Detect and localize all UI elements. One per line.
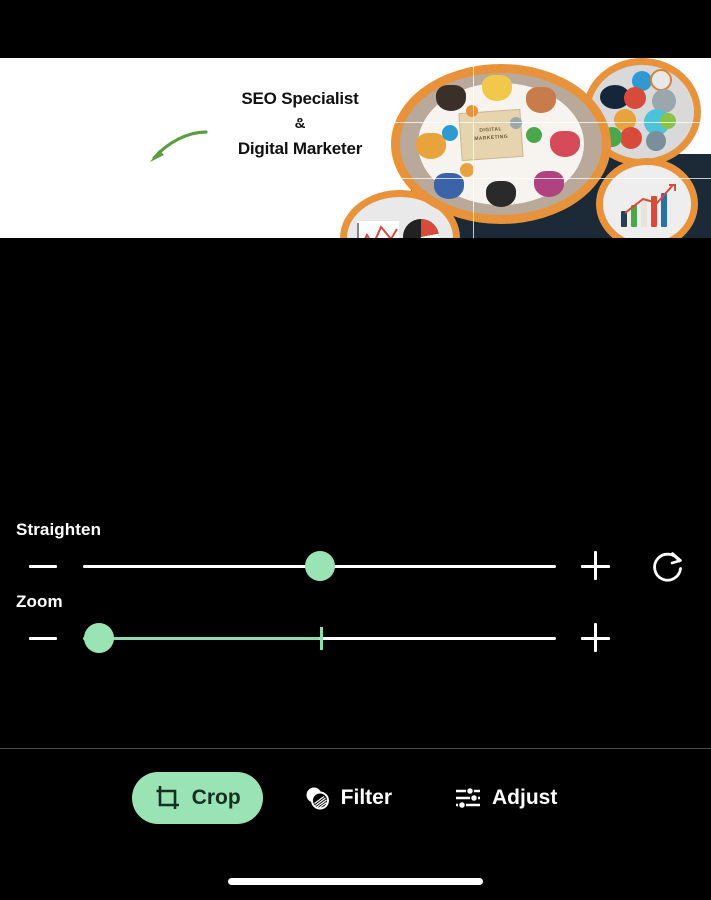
straighten-label: Straighten [16,520,102,539]
mail-icon [624,87,646,109]
headline-line-2: Digital Marketer [237,138,363,158]
dollar-icon [650,69,672,91]
card-label-line-2: MARKETING [474,133,509,143]
banner-artwork: SEO Specialist & Digital Marketer DIGITA… [0,58,711,238]
bar-chart-icon [621,184,677,227]
person-right [550,131,580,157]
straighten-slider-knob[interactable] [304,551,335,581]
filter-icon [306,787,329,810]
editor-controls: Straighten Zoom [0,520,711,664]
headline-ampersand: & [294,115,306,133]
straighten-slider-row[interactable] [0,540,711,592]
straighten-minus-icon[interactable] [26,549,60,583]
headline-line-1: SEO Specialist [241,89,359,108]
curved-arrow-icon [150,130,208,162]
home-indicator[interactable] [228,878,483,885]
person-bottom-left [434,173,464,199]
clock-icon [620,127,642,149]
tool-row: Crop Filter Adjust [0,769,711,827]
zoom-slider-fill [83,636,320,640]
megaphone-icon [466,105,478,117]
banner-headline: SEO Specialist & Digital Marketer [200,86,400,162]
tab-crop-label: Crop [191,786,241,809]
straighten-slider-track[interactable] [83,551,556,581]
person-top-right [526,87,556,113]
person-bottom-right [534,171,564,197]
tab-crop[interactable]: Crop [131,772,263,824]
zoom-slider-track[interactable] [83,623,556,653]
tab-filter[interactable]: Filter [281,772,414,824]
clock-small-icon [510,117,522,129]
rotate-clockwise-icon[interactable] [650,548,686,584]
tab-filter-label: Filter [340,786,392,809]
monitor-icon [646,131,666,151]
zoom-minus-icon[interactable] [26,621,60,655]
zoom-slider-knob[interactable] [84,623,115,653]
tab-adjust-label: Adjust [492,786,558,809]
person-bottom [486,181,516,207]
pie-chart-icon [403,219,439,238]
image-preview[interactable]: SEO Specialist & Digital Marketer DIGITA… [0,58,711,238]
tab-adjust[interactable]: Adjust [432,772,579,824]
card-label-line-1: DIGITAL [479,126,503,134]
zoom-label: Zoom [16,592,63,611]
person-top [482,75,512,101]
dollar-small-icon [526,127,542,143]
crop-icon [156,786,179,809]
adjust-icon [456,786,480,810]
globe-small-icon [442,125,458,141]
straighten-plus-icon[interactable] [578,549,612,583]
person-left [416,133,446,159]
leaf-icon [660,113,676,129]
zoom-slider-tick [319,626,323,650]
zoom-plus-icon[interactable] [578,621,612,655]
meeting-table-circle: DIGITAL MARKETING [391,64,611,224]
zoom-slider-row[interactable] [0,612,711,664]
person-top-left [436,85,466,111]
gear-small-icon [460,163,474,177]
line-chart-icon [357,221,399,238]
